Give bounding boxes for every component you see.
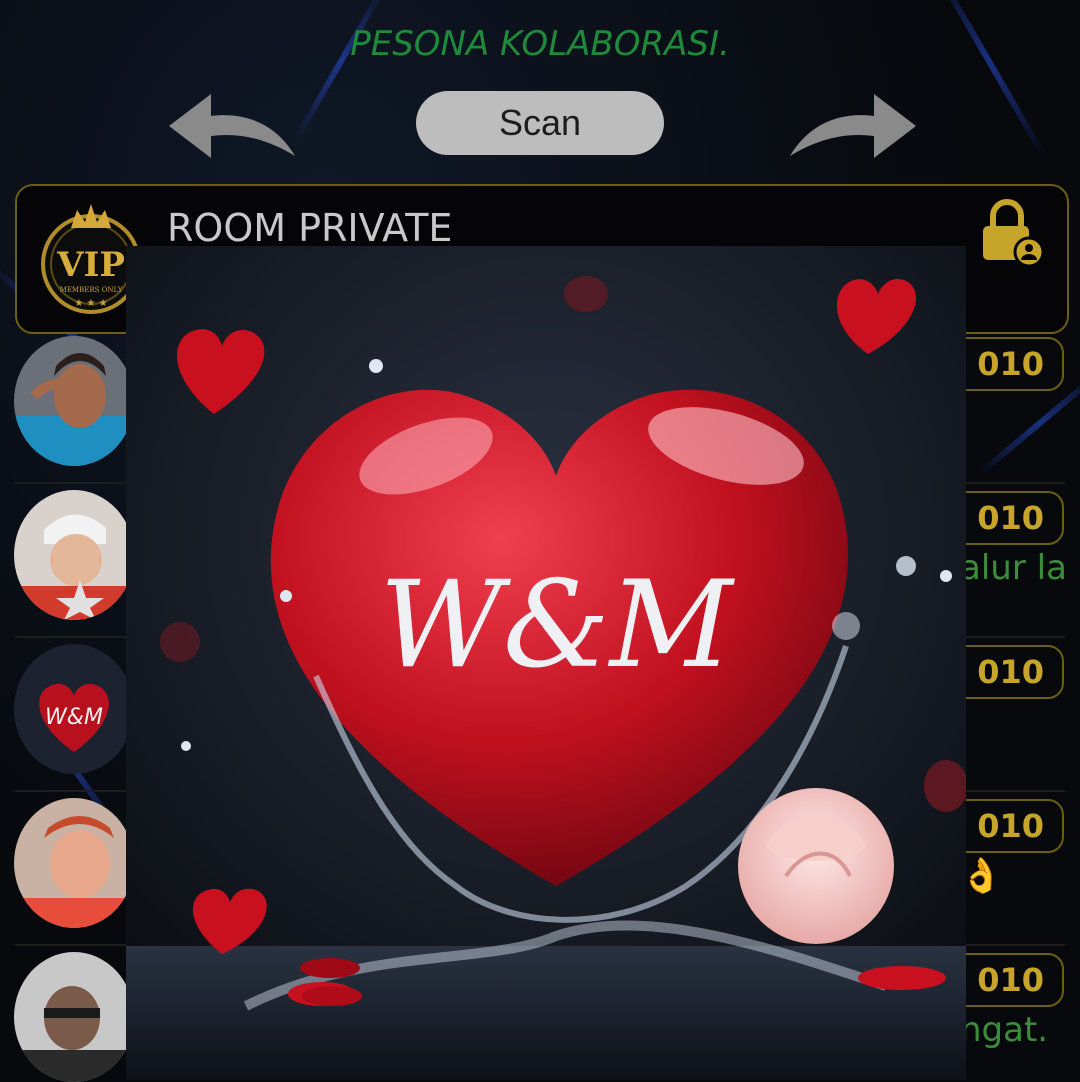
message-preview: ngat.	[960, 1010, 1049, 1050]
avatar[interactable]	[14, 336, 134, 466]
avatar[interactable]	[14, 952, 134, 1082]
vip-badge-text: VIP	[56, 245, 125, 285]
avatar[interactable]	[14, 490, 134, 620]
avatar[interactable]: W&M	[14, 644, 134, 774]
room-title: ROOM PRIVATE	[167, 206, 453, 250]
forward-arrow-icon[interactable]	[780, 88, 920, 162]
svg-text:★ ★ ★: ★ ★ ★	[74, 298, 107, 309]
message-preview: alur la	[960, 548, 1067, 588]
vip-badge-subtext: MEMBERS ONLY	[60, 286, 123, 294]
page-title: PESONA KOLABORASI.	[350, 24, 730, 64]
avatar[interactable]	[14, 798, 134, 928]
back-arrow-icon[interactable]	[165, 88, 305, 162]
lock-user-icon[interactable]	[975, 196, 1047, 268]
svg-text:W&M: W&M	[45, 705, 103, 730]
heart-image-overlay[interactable]: W&M	[126, 246, 966, 1080]
message-preview: 👌	[960, 856, 1003, 896]
scan-button[interactable]: Scan	[416, 91, 664, 155]
monogram-text: W&M	[379, 556, 735, 695]
